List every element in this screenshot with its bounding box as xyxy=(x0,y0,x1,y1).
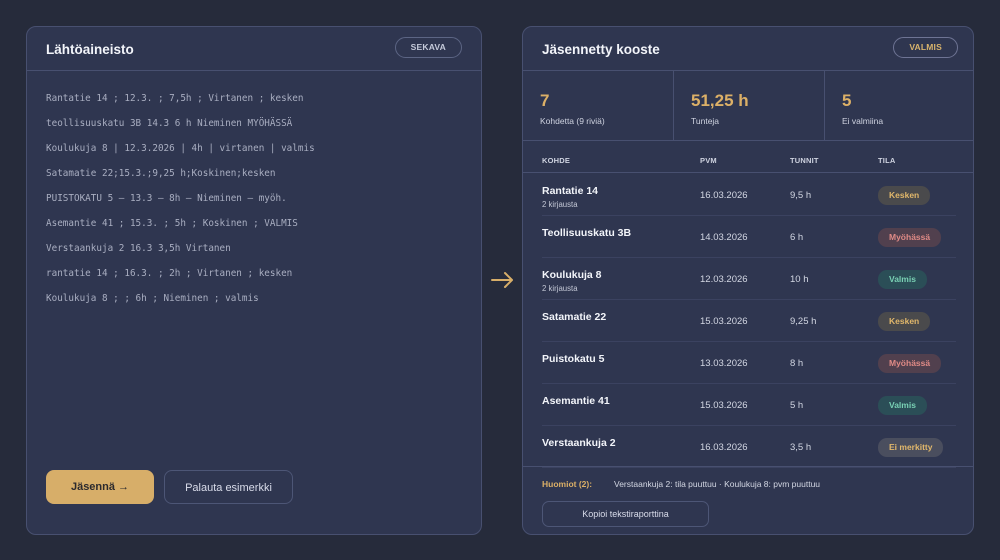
source-line: rantatie 14 ; 16.3. ; 2h ; Virtanen ; ke… xyxy=(46,268,293,279)
source-line: Asemantie 41 ; 15.3. ; 5h ; Koskinen ; V… xyxy=(46,218,298,229)
source-panel: Lähtöaineisto SEKAVA Rantatie 14 ; 12.3.… xyxy=(26,26,482,535)
column-header-tunnit: TUNNIT xyxy=(790,156,819,165)
stat-value: 51,25 h xyxy=(691,91,749,110)
stat-label: Kohdetta (9 riviä) xyxy=(540,116,605,126)
row-status-badge: Ei merkitty xyxy=(878,438,944,457)
row-status-badge: Myöhässä xyxy=(878,228,942,247)
stat-label: Tunteja xyxy=(691,116,720,126)
row-target-name: Verstaankuja 2 xyxy=(542,437,616,449)
table-row[interactable]: Asemantie 41 15.03.2026 5 h Valmis xyxy=(542,384,956,426)
source-line: PUISTOKATU 5 — 13.3 — 8h — Nieminen — my… xyxy=(46,193,287,204)
row-hours: 9,5 h xyxy=(790,190,812,201)
row-target-name: Rantatie 14 xyxy=(542,185,599,197)
row-date: 16.03.2026 xyxy=(700,190,748,201)
notes-label: Huomiot (2): xyxy=(542,479,593,489)
column-header-kohde: KOHDE xyxy=(542,156,571,165)
source-line: Satamatie 22;15.3.;9,25 h;Koskinen;keske… xyxy=(46,168,276,179)
stat-value: 5 xyxy=(842,91,852,110)
row-status-badge: Kesken xyxy=(878,312,931,331)
row-hours: 6 h xyxy=(790,232,804,243)
stat-targets: 7 Kohdetta (9 riviä) xyxy=(523,71,674,140)
copy-report-button[interactable]: Kopioi tekstiraporttina xyxy=(542,501,709,527)
table-row[interactable]: Teollisuuskatu 3B 14.03.2026 6 h Myöhässä xyxy=(542,216,956,258)
source-status-badge: SEKAVA xyxy=(394,37,462,58)
row-date: 15.03.2026 xyxy=(700,400,748,411)
notes-text: Verstaankuja 2: tila puuttuu · Koulukuja… xyxy=(614,479,821,489)
row-date: 12.03.2026 xyxy=(700,274,748,285)
row-status-badge: Valmis xyxy=(878,270,927,289)
row-status-badge: Valmis xyxy=(878,396,927,415)
result-title: Jäsennetty kooste xyxy=(542,42,660,57)
result-panel: Jäsennetty kooste VALMIS 7 Kohdetta (9 r… xyxy=(522,26,974,535)
source-text-area[interactable]: Rantatie 14 ; 12.3. ; 7,5h ; Virtanen ; … xyxy=(46,93,315,318)
table-row[interactable]: Verstaankuja 2 16.03.2026 3,5 h Ei merkitty xyxy=(542,426,956,468)
row-date: 14.03.2026 xyxy=(700,232,748,243)
column-header-tila: TILA xyxy=(878,156,896,165)
row-entry-count: 2 kirjausta xyxy=(542,284,578,293)
row-hours: 8 h xyxy=(790,358,804,369)
stats-row: 7 Kohdetta (9 riviä) 51,25 h Tunteja 5 E… xyxy=(523,71,973,141)
source-line: Koulukuja 8 ; ; 6h ; Nieminen ; valmis xyxy=(46,293,259,304)
source-line: Koulukuja 8 | 12.3.2026 | 4h | virtanen … xyxy=(46,143,315,154)
source-line: Verstaankuja 2 16.3 3,5h Virtanen xyxy=(46,243,231,254)
parse-button[interactable]: Jäsennä → xyxy=(46,470,154,504)
table-row[interactable]: Koulukuja 8 2 kirjausta 12.03.2026 10 h Valm… xyxy=(542,258,956,300)
row-status-badge: Kesken xyxy=(878,186,931,205)
row-date: 15.03.2026 xyxy=(700,316,748,327)
table-header: KOHDE PVM TUNNIT TILA xyxy=(523,141,973,173)
row-target-name: Koulukuja 8 xyxy=(542,269,602,281)
notes-footer: Huomiot (2): Verstaankuja 2: tila puuttu… xyxy=(523,466,973,534)
row-target-name: Teollisuuskatu 3B xyxy=(542,227,632,239)
reset-example-button[interactable]: Palauta esimerkki xyxy=(164,470,293,504)
column-header-pvm: PVM xyxy=(700,156,717,165)
table-row[interactable]: Rantatie 14 2 kirjausta 16.03.2026 9,5 h Kes… xyxy=(542,174,956,216)
table-row[interactable]: Puistokatu 5 13.03.2026 8 h Myöhässä xyxy=(542,342,956,384)
row-target-name: Satamatie 22 xyxy=(542,311,607,323)
result-status-badge: VALMIS xyxy=(893,37,958,58)
result-header: Jäsennetty kooste VALMIS xyxy=(523,27,973,71)
stat-label: Ei valmiina xyxy=(842,116,884,126)
source-header: Lähtöaineisto SEKAVA xyxy=(27,27,481,71)
row-hours: 3,5 h xyxy=(790,442,812,453)
stat-hours: 51,25 h Tunteja xyxy=(674,71,825,140)
row-date: 13.03.2026 xyxy=(700,358,748,369)
row-hours: 5 h xyxy=(790,400,804,411)
stat-not-ready: 5 Ei valmiina xyxy=(825,71,973,140)
row-entry-count: 2 kirjausta xyxy=(542,200,578,209)
source-line: teollisuuskatu 3B 14.3 6 h Nieminen MYÖH… xyxy=(46,118,293,129)
row-target-name: Puistokatu 5 xyxy=(542,353,605,365)
row-hours: 10 h xyxy=(790,274,809,285)
source-line: Rantatie 14 ; 12.3. ; 7,5h ; Virtanen ; … xyxy=(46,93,304,104)
row-date: 16.03.2026 xyxy=(700,442,748,453)
source-title: Lähtöaineisto xyxy=(46,42,134,57)
table-row[interactable]: Satamatie 22 15.03.2026 9,25 h Kesken xyxy=(542,300,956,342)
row-status-badge: Myöhässä xyxy=(878,354,942,373)
stat-value: 7 xyxy=(540,91,550,110)
arrow-right-icon xyxy=(491,272,513,288)
row-hours: 9,25 h xyxy=(790,316,817,327)
row-target-name: Asemantie 41 xyxy=(542,395,610,407)
